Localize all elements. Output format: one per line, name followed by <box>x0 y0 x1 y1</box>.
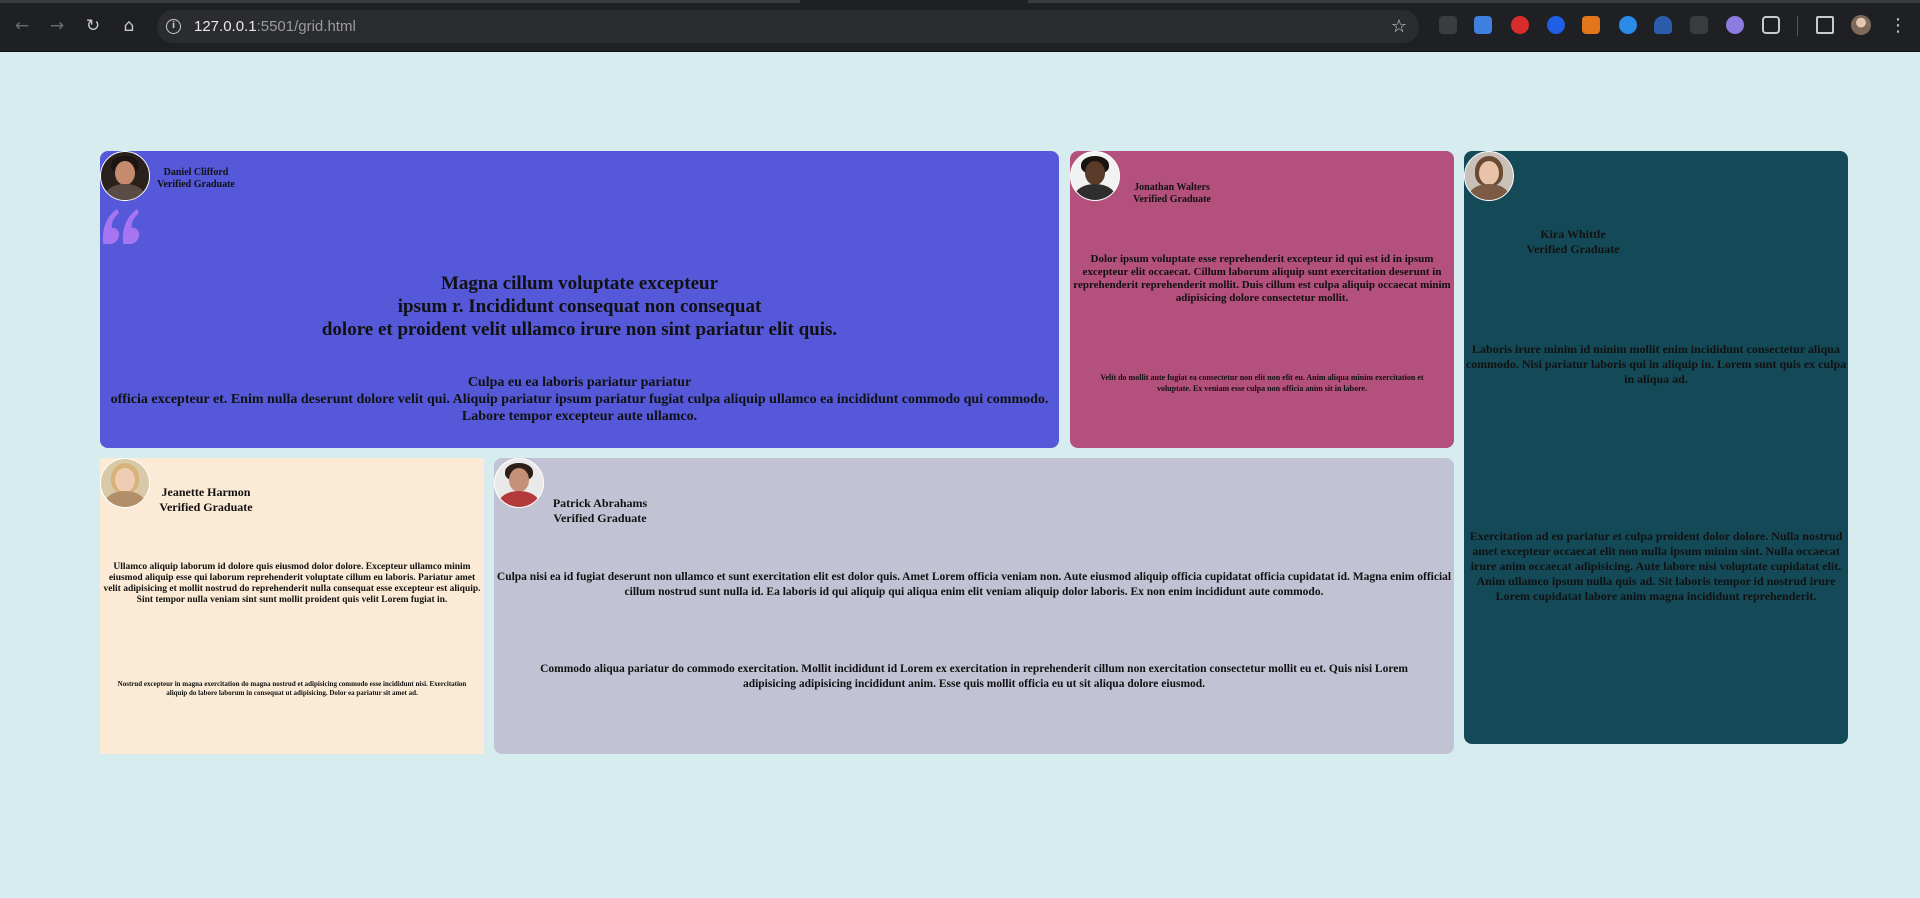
quote-mark-icon <box>102 209 140 245</box>
magnet-extension-icon[interactable] <box>1690 16 1708 34</box>
translate-extension-icon[interactable] <box>1474 16 1492 34</box>
avatar-jeanette <box>100 458 150 508</box>
avatar-patrick <box>494 458 544 508</box>
bookmark-star-icon[interactable]: ☆ <box>1391 14 1407 39</box>
author-info: Kira Whittle Verified Graduate <box>1518 227 1628 257</box>
author-info: Jeanette Harmon Verified Graduate <box>156 485 256 515</box>
avatar-jonathan <box>1070 151 1120 201</box>
author-name: Daniel Clifford <box>163 167 229 178</box>
adblock-extension-icon[interactable] <box>1511 16 1529 34</box>
testimonial-card-daniel: Daniel Clifford Verified Graduate Magna … <box>100 151 1059 448</box>
back-arrow-icon[interactable]: ← <box>10 14 34 38</box>
url-text[interactable]: 127.0.0.1:5501/grid.html <box>194 10 356 43</box>
testimonial-footnote: Nostrud excepteur in magna exercitation … <box>117 680 467 697</box>
testimonial-card-patrick: Patrick Abrahams Verified Graduate Culpa… <box>494 458 1454 754</box>
author-name: Jeanette Harmon <box>161 485 251 499</box>
author-info: Jonathan Walters Verified Graduate <box>1122 182 1222 205</box>
author-info: Daniel Clifford Verified Graduate <box>156 167 236 190</box>
author-info: Patrick Abrahams Verified Graduate <box>550 496 650 526</box>
metamask-extension-icon[interactable] <box>1582 16 1600 34</box>
testimonial-body: Culpa eu ea laboris pariatur pariatur of… <box>104 374 1055 425</box>
ghost-extension-icon[interactable] <box>1726 16 1744 34</box>
author-role: Verified Graduate <box>159 500 253 514</box>
shield-extension-icon[interactable] <box>1547 16 1565 34</box>
testimonial-footnote: Commodo aliqua pariatur do commodo exerc… <box>540 663 1408 690</box>
body-line: Culpa eu ea laboris pariatur pariatur <box>467 375 692 390</box>
testimonial-card-jonathan: Jonathan Walters Verified Graduate Dolor… <box>1070 151 1454 448</box>
body-line: officia excepteur et. Enim nulla deserun… <box>110 392 1049 424</box>
headline-line: ipsum r. Incididunt consequat non conseq… <box>397 296 762 317</box>
forward-arrow-icon[interactable]: → <box>45 14 69 38</box>
tab-strip-edge <box>0 0 800 3</box>
author-role: Verified Graduate <box>1133 193 1211 205</box>
author-role: Verified Graduate <box>553 511 647 525</box>
tab-strip-edge <box>1028 0 1920 3</box>
site-info-icon[interactable]: i <box>166 19 181 34</box>
author-name: Jonathan Walters <box>1134 182 1210 193</box>
testimonial-body: Ullamco aliquip laborum id dolore quis e… <box>103 562 481 605</box>
url-host: 127.0.0.1 <box>194 18 257 35</box>
reload-icon[interactable]: ↻ <box>81 14 105 38</box>
testimonial-footnote: Velit do mollit aute fugiat ea consectet… <box>1100 373 1424 393</box>
headline-line: Magna cillum voluptate excepteur <box>440 273 719 294</box>
profile-avatar-icon[interactable] <box>1851 15 1871 35</box>
url-path: :5501/grid.html <box>256 18 356 35</box>
headline: Magna cillum voluptate excepteur ipsum r… <box>100 272 1059 341</box>
toolbar-separator <box>1797 16 1798 36</box>
author-name: Kira Whittle <box>1540 227 1606 241</box>
testimonial-card-jeanette: Jeanette Harmon Verified Graduate Ullamc… <box>100 458 484 754</box>
author-role: Verified Graduate <box>157 178 235 190</box>
bell-extension-icon[interactable] <box>1654 16 1672 34</box>
avatar-kira <box>1464 151 1514 201</box>
testimonial-body: Culpa nisi ea id fugiat deserunt non ull… <box>496 571 1452 598</box>
home-icon[interactable]: ⌂ <box>117 14 141 38</box>
testimonial-card-kira: Kira Whittle Verified Graduate Laboris i… <box>1464 151 1848 744</box>
testimonial-body: Laboris irure minim id minim mollit enim… <box>1465 342 1847 386</box>
menu-kebab-icon[interactable]: ⋮ <box>1889 14 1907 38</box>
author-role: Verified Graduate <box>1526 242 1620 256</box>
testimonial-footnote: Exercitation ad eu pariatur et culpa pro… <box>1469 529 1843 603</box>
side-panel-icon[interactable] <box>1816 16 1834 34</box>
address-bar[interactable]: i 127.0.0.1:5501/grid.html ☆ <box>157 10 1419 43</box>
author-name: Patrick Abrahams <box>552 496 648 510</box>
download-extension-icon[interactable] <box>1439 16 1457 34</box>
headline-line: dolore et proident velit ullamco irure n… <box>321 319 838 340</box>
avatar-daniel <box>100 151 150 201</box>
extensions-puzzle-icon[interactable] <box>1762 16 1780 34</box>
browser-toolbar: ← → ↻ ⌂ i 127.0.0.1:5501/grid.html ☆ ⋮ <box>0 0 1920 52</box>
downloader-extension-icon[interactable] <box>1619 16 1637 34</box>
testimonial-body: Dolor ipsum voluptate esse reprehenderit… <box>1073 253 1451 304</box>
